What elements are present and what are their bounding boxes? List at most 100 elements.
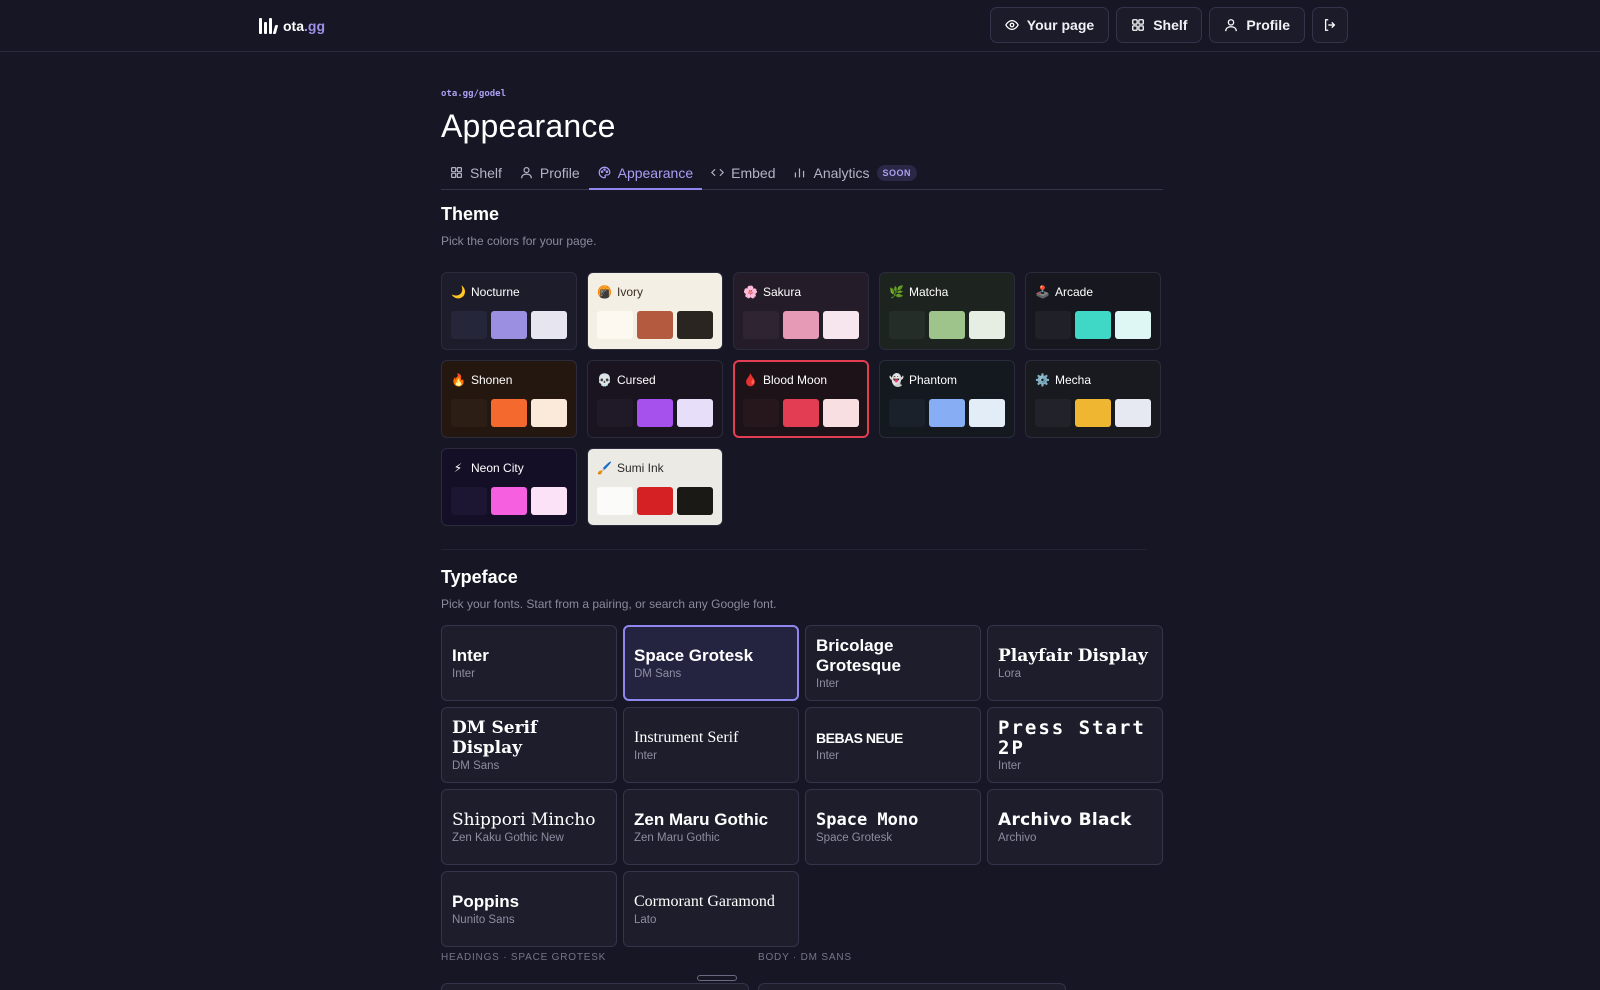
- font-card-bricolage-grotesque[interactable]: Bricolage Grotesque Inter: [805, 625, 981, 701]
- logout-button[interactable]: [1312, 7, 1348, 43]
- theme-card-header: 🍘 Ivory: [597, 285, 713, 299]
- font-heading-name: Poppins: [452, 892, 520, 911]
- font-body-name: Zen Maru Gothic: [634, 832, 720, 844]
- breadcrumb[interactable]: ota.gg/godel: [441, 89, 506, 99]
- theme-card-neon-city[interactable]: ⚡ Neon City: [441, 448, 577, 526]
- color-swatch: [637, 399, 673, 427]
- theme-swatches: [451, 399, 567, 427]
- theme-card-blood-moon[interactable]: 🩸 Blood Moon: [733, 360, 869, 438]
- user-icon: [1225, 19, 1238, 32]
- font-body-name: Inter: [998, 760, 1022, 772]
- shelf-label: Shelf: [1153, 17, 1188, 33]
- font-body-name: Lato: [634, 914, 657, 926]
- color-swatch: [677, 311, 713, 339]
- logout-icon: [1324, 19, 1336, 31]
- theme-icon: 🍘: [597, 285, 612, 299]
- theme-card-ivory[interactable]: 🍘 Ivory: [587, 272, 723, 350]
- theme-card-sakura[interactable]: 🌸 Sakura: [733, 272, 869, 350]
- brand-logo[interactable]: ota.gg: [259, 15, 325, 37]
- tab-label: Embed: [731, 164, 776, 181]
- font-card-cormorant-garamond[interactable]: Cormorant Garamond Lato: [623, 871, 799, 947]
- font-card-archivo-black[interactable]: Archivo Black Archivo: [987, 789, 1163, 865]
- theme-card-sumi-ink[interactable]: 🖌️ Sumi Ink: [587, 448, 723, 526]
- page-title: Appearance: [441, 108, 616, 144]
- font-body-name: Lora: [998, 668, 1022, 680]
- color-swatch: [531, 399, 567, 427]
- palette-icon: [598, 166, 611, 179]
- font-heading-name: Space Grotesk: [634, 646, 754, 665]
- font-card-instrument-serif[interactable]: Instrument Serif Inter: [623, 707, 799, 783]
- font-card-space-mono[interactable]: Space Mono Space Grotesk: [805, 789, 981, 865]
- font-heading-name: Playfair Display: [998, 646, 1148, 666]
- color-swatch: [451, 311, 487, 339]
- theme-swatches: [743, 311, 859, 339]
- headings-font-field[interactable]: [441, 983, 749, 990]
- theme-swatches: [889, 311, 1005, 339]
- font-heading-name: Shippori Mincho: [452, 810, 596, 830]
- color-swatch: [929, 311, 965, 339]
- theme-card-header: ⚙️ Mecha: [1035, 373, 1151, 387]
- body-font-field[interactable]: [758, 983, 1066, 990]
- theme-icon: 💀: [597, 373, 612, 387]
- color-swatch: [889, 399, 925, 427]
- color-swatch: [1035, 399, 1071, 427]
- theme-card-header: ⚡ Neon City: [451, 461, 567, 475]
- font-heading-name: Press Start 2P: [998, 717, 1146, 759]
- font-body-name: Archivo: [998, 832, 1037, 844]
- theme-card-mecha[interactable]: ⚙️ Mecha: [1025, 360, 1161, 438]
- color-swatch: [597, 311, 633, 339]
- theme-card-header: 🔥 Shonen: [451, 373, 567, 387]
- shelf-button[interactable]: Shelf: [1116, 7, 1203, 43]
- profile-label: Profile: [1246, 17, 1290, 33]
- theme-card-shonen[interactable]: 🔥 Shonen: [441, 360, 577, 438]
- color-swatch: [451, 487, 487, 515]
- theme-icon: 🔥: [451, 373, 466, 387]
- tab-label: Analytics: [813, 164, 870, 181]
- theme-card-cursed[interactable]: 💀 Cursed: [587, 360, 723, 438]
- theme-icon: ⚙️: [1035, 373, 1050, 387]
- bar-chart-icon: [795, 168, 805, 178]
- theme-card-header: 🌸 Sakura: [743, 285, 859, 299]
- tab-embed[interactable]: Embed: [702, 156, 784, 189]
- theme-name: Arcade: [1055, 285, 1094, 299]
- font-body-name: Inter: [816, 750, 840, 762]
- theme-icon: 🕹️: [1035, 285, 1050, 299]
- font-card-playfair-display[interactable]: Playfair Display Lora: [987, 625, 1163, 701]
- theme-name: Nocturne: [471, 285, 520, 299]
- theme-icon: 🌸: [743, 285, 758, 299]
- theme-name: Sakura: [763, 285, 802, 299]
- tab-appearance[interactable]: Appearance: [588, 156, 703, 190]
- theme-card-phantom[interactable]: 👻 Phantom: [879, 360, 1015, 438]
- font-card-press-start-2p[interactable]: Press Start 2P Inter: [987, 707, 1163, 783]
- font-card-bebas-neue[interactable]: BEBAS NEUE Inter: [805, 707, 981, 783]
- theme-name: Mecha: [1055, 373, 1092, 387]
- font-card-space-grotesk[interactable]: Space Grotesk DM Sans: [623, 625, 799, 701]
- font-card-poppins[interactable]: Poppins Nunito Sans: [441, 871, 617, 947]
- font-card-inter[interactable]: Inter Inter: [441, 625, 617, 701]
- your-page-button[interactable]: Your page: [989, 7, 1110, 43]
- font-body-name: Inter: [816, 678, 840, 690]
- profile-button[interactable]: Profile: [1209, 7, 1305, 43]
- theme-card-header: 🌿 Matcha: [889, 285, 1005, 299]
- theme-name: Cursed: [617, 373, 656, 387]
- theme-card-arcade[interactable]: 🕹️ Arcade: [1025, 272, 1161, 350]
- font-grid: Inter Inter Space Grotesk DM Sans Bricolage …: [441, 625, 1163, 947]
- grid-icon: [1132, 19, 1145, 31]
- color-swatch: [783, 399, 819, 427]
- font-heading-name: BEBAS NEUE: [816, 730, 903, 746]
- theme-name: Matcha: [909, 285, 949, 299]
- font-heading-name: Bricolage Grotesque: [816, 636, 902, 675]
- tab-shelf[interactable]: Shelf: [441, 156, 511, 189]
- nav-actions: Your page Shelf Profile: [989, 7, 1348, 43]
- tab-profile[interactable]: Profile: [511, 156, 589, 189]
- tab-analytics[interactable]: Analytics SOON: [784, 156, 926, 189]
- font-body-name: DM Sans: [634, 668, 682, 680]
- theme-card-nocturne[interactable]: 🌙 Nocturne: [441, 272, 577, 350]
- font-card-shippori-mincho[interactable]: Shippori Mincho Zen Kaku Gothic New: [441, 789, 617, 865]
- font-body-name: Space Grotesk: [816, 832, 893, 844]
- scroll-indicator[interactable]: [697, 975, 737, 981]
- font-card-dm-serif-display[interactable]: DM Serif Display DM Sans: [441, 707, 617, 783]
- theme-card-matcha[interactable]: 🌿 Matcha: [879, 272, 1015, 350]
- font-card-zen-maru-gothic[interactable]: Zen Maru Gothic Zen Maru Gothic: [623, 789, 799, 865]
- theme-icon: 🌿: [889, 285, 904, 299]
